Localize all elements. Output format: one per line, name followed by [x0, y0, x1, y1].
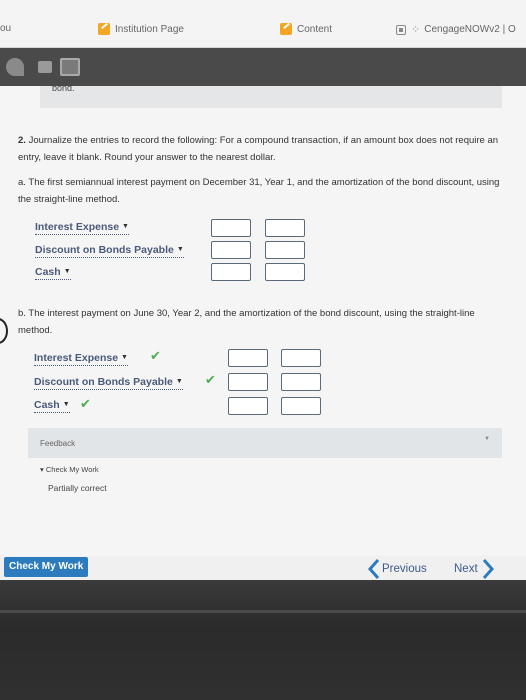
camera-icon[interactable] — [38, 61, 52, 73]
chevron-down-icon: ▼ — [484, 436, 490, 442]
account-select-a1[interactable]: Interest Expense ▼ — [35, 220, 129, 235]
previous-label: Previous — [382, 563, 427, 575]
credit-input-b2[interactable] — [281, 373, 321, 391]
bookmark-cengage-label: CengageNOWv2 | O — [424, 24, 516, 35]
part-b-text: b. The interest payment on June 30, Year… — [18, 308, 475, 336]
back-icon[interactable] — [6, 58, 24, 76]
credit-input-a2[interactable] — [265, 241, 305, 259]
pencil-icon — [98, 23, 110, 35]
account-label: Discount on Bonds Payable — [34, 376, 173, 388]
bookmark-institution-label: Institution Page — [115, 23, 184, 35]
dropdown-caret-icon: ▼ — [175, 378, 183, 385]
bookmark-content-label: Content — [297, 23, 333, 35]
bookmark-institution-page[interactable]: Institution Page — [98, 23, 184, 35]
check-icon: ✔ — [205, 372, 216, 387]
context-strip: bond. — [40, 83, 502, 108]
toolbar — [0, 48, 526, 86]
focus-ring-fragment — [0, 318, 8, 344]
bottom-nav: Check My Work Previous Next — [0, 556, 526, 580]
debit-input-b1[interactable] — [228, 349, 268, 367]
chevron-right-icon — [482, 559, 494, 579]
next-label: Next — [454, 563, 478, 575]
bottom-frame — [0, 580, 526, 700]
spinner-icon: ⁘ — [411, 24, 420, 36]
account-label: Interest Expense — [35, 221, 120, 233]
part-a-text: a. The first semiannual interest payment… — [18, 177, 500, 205]
credit-input-b3[interactable] — [281, 397, 321, 415]
account-select-a2[interactable]: Discount on Bonds Payable ▼ — [35, 243, 184, 258]
bookmark-partial[interactable]: ou — [0, 23, 11, 34]
dropdown-caret-icon: ▼ — [62, 401, 70, 408]
account-label: Discount on Bonds Payable — [35, 244, 174, 256]
question-panel: bond. 2. Journalize the entries to recor… — [0, 83, 526, 556]
account-select-b3[interactable]: Cash ▼ — [34, 398, 70, 413]
feedback-label: Feedback — [40, 439, 76, 448]
question-prompt: 2. Journalize the entries to record the … — [18, 132, 502, 166]
check-my-work-label: Check My Work — [45, 465, 99, 474]
dropdown-caret-icon: ▼ — [121, 354, 128, 361]
question-number: 2. — [18, 135, 26, 146]
box-icon — [396, 24, 406, 35]
bookmarks-bar: ou Institution Page Content ⁘ CengageNOW… — [0, 0, 526, 48]
previous-button[interactable]: Previous — [368, 559, 427, 579]
pencil-icon — [280, 23, 292, 35]
chevron-left-icon — [368, 559, 380, 579]
triangle-down-icon: ▾ — [40, 465, 44, 474]
check-icon: ✔ — [150, 348, 161, 363]
debit-input-a3[interactable] — [211, 263, 251, 281]
dropdown-caret-icon: ▼ — [176, 246, 184, 253]
next-button[interactable]: Next — [454, 559, 494, 579]
credit-input-a3[interactable] — [265, 263, 305, 281]
dropdown-caret-icon: ▼ — [122, 223, 129, 230]
account-select-b2[interactable]: Discount on Bonds Payable ▼ — [34, 375, 183, 390]
credit-input-b1[interactable] — [281, 349, 321, 367]
dropdown-caret-icon: ▼ — [63, 268, 71, 275]
bookmark-content[interactable]: Content — [280, 23, 332, 35]
account-select-a3[interactable]: Cash ▼ — [35, 265, 71, 280]
feedback-bar[interactable]: Feedback ▼ — [28, 428, 502, 458]
calculator-icon[interactable] — [60, 58, 80, 76]
debit-input-a2[interactable] — [211, 241, 251, 259]
bookmark-cengage[interactable]: ⁘ CengageNOWv2 | O — [396, 23, 516, 36]
debit-input-b3[interactable] — [228, 397, 268, 415]
account-select-b1[interactable]: Interest Expense ▼ — [34, 351, 128, 366]
result-status: Partially correct — [48, 483, 107, 493]
context-fragment: bond. — [52, 83, 75, 93]
account-label: Interest Expense — [34, 352, 119, 364]
debit-input-a1[interactable] — [211, 219, 251, 237]
check-my-work-feedback: ▾ Check My Work — [40, 465, 99, 474]
account-label: Cash — [34, 399, 60, 411]
check-icon: ✔ — [80, 396, 91, 411]
account-label: Cash — [35, 266, 61, 278]
check-my-work-button[interactable]: Check My Work — [4, 557, 89, 577]
credit-input-a1[interactable] — [265, 219, 305, 237]
bottom-divider — [0, 610, 526, 613]
question-text: Journalize the entries to record the fol… — [18, 135, 499, 163]
debit-input-b2[interactable] — [228, 373, 268, 391]
